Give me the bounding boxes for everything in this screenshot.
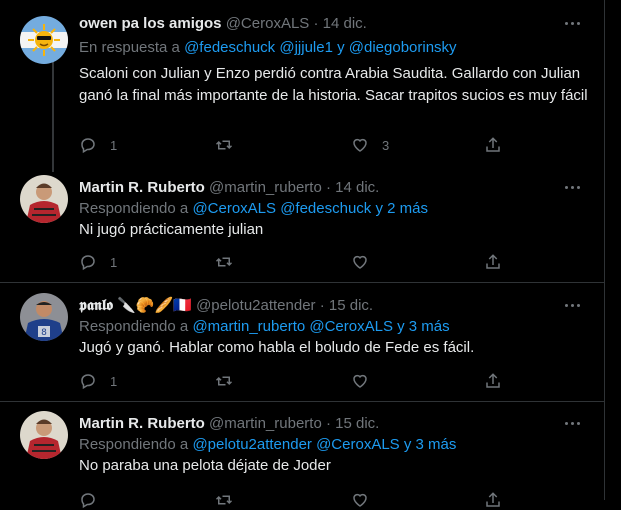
separator: · — [319, 297, 325, 314]
tweet-actions: 1 — [79, 371, 579, 391]
reply-prefix: En respuesta a — [79, 39, 180, 56]
avatar[interactable] — [20, 16, 68, 64]
author-name[interactable]: Martin R. Ruberto — [79, 415, 205, 432]
tweet-header: owen pa los amigos @CeroxALS · 14 dic. — [79, 14, 367, 34]
retweet-button[interactable] — [215, 371, 246, 391]
reply-icon — [81, 255, 95, 271]
like-icon — [353, 138, 367, 152]
reply-button[interactable] — [79, 490, 110, 510]
retweet-icon — [215, 376, 233, 386]
tweet-date[interactable]: 14 dic. — [323, 15, 367, 32]
reply-context: Respondiendo a @martin_ruberto @CeroxALS… — [79, 317, 450, 337]
more-icon[interactable] — [563, 418, 583, 430]
reply-prefix: Respondiendo a — [79, 318, 189, 335]
conversation-column: owen pa los amigos @CeroxALS · 14 dic. E… — [0, 0, 605, 509]
tweet-actions — [79, 490, 579, 510]
tweet-date[interactable]: 14 dic. — [335, 179, 379, 196]
reply-icon — [81, 374, 95, 390]
like-icon — [353, 493, 367, 507]
retweet-button[interactable] — [215, 490, 246, 510]
reply-icon — [81, 493, 95, 509]
retweet-icon — [215, 140, 233, 150]
reply-targets[interactable]: @pelotu2attender @CeroxALS y 3 más — [192, 436, 456, 453]
tweet-divider — [0, 282, 604, 283]
sun-flag-avatar — [20, 16, 68, 64]
more-icon[interactable] — [563, 182, 583, 194]
person-avatar — [20, 411, 68, 459]
tweet-date[interactable]: 15 dic. — [335, 415, 379, 432]
tweet-text: Scaloni con Julian y Enzo perdió contra … — [79, 65, 588, 104]
tweet-date[interactable]: 15 dic. — [329, 297, 373, 314]
like-button[interactable] — [351, 252, 382, 272]
reply-button[interactable]: 1 — [79, 252, 117, 272]
person-avatar — [20, 175, 68, 223]
share-button[interactable] — [484, 371, 502, 391]
tweet-actions: 1 3 — [79, 135, 579, 155]
share-button[interactable] — [484, 135, 502, 155]
like-icon — [353, 374, 367, 388]
reply-context: En respuesta a @fedeschuck @jjjule1 y @d… — [79, 38, 457, 58]
reply-count: 1 — [110, 137, 118, 153]
reply-context: Respondiendo a @pelotu2attender @CeroxAL… — [79, 435, 456, 455]
svg-text:8: 8 — [41, 328, 47, 338]
reply-targets[interactable]: @CeroxALS @fedeschuck y 2 más — [192, 200, 428, 217]
separator: · — [325, 415, 331, 432]
share-icon — [486, 373, 500, 388]
reply-targets[interactable]: @martin_ruberto @CeroxALS y 3 más — [192, 318, 449, 335]
tweet-actions: 1 — [79, 252, 579, 272]
author-handle[interactable]: @martin_ruberto — [209, 179, 322, 196]
tweet-text: Ni jugó prácticamente julian — [79, 221, 264, 238]
player-avatar: 8 — [20, 293, 68, 341]
reply-context: Respondiendo a @CeroxALS @fedeschuck y 2… — [79, 199, 428, 219]
separator: · — [313, 15, 319, 32]
tweet-divider — [0, 401, 604, 402]
separator: · — [325, 179, 331, 196]
reply-button[interactable]: 1 — [79, 371, 117, 391]
more-icon[interactable] — [563, 18, 583, 30]
retweet-icon — [215, 495, 233, 505]
reply-count: 1 — [110, 373, 118, 389]
reply-button[interactable]: 1 — [79, 135, 117, 155]
share-button[interactable] — [484, 252, 502, 272]
author-name[interactable]: Martin R. Ruberto — [79, 179, 205, 196]
author-emoji: 🔪🥐🥖🇫🇷 — [117, 297, 192, 314]
tweet-text: Jugó y ganó. Hablar como habla el boludo… — [79, 339, 475, 356]
reply-count: 1 — [110, 254, 118, 270]
author-name[interactable]: owen pa los amigos — [79, 15, 222, 32]
retweet-button[interactable] — [215, 135, 246, 155]
avatar[interactable] — [20, 175, 68, 223]
more-icon[interactable] — [563, 300, 583, 312]
share-icon — [486, 254, 500, 269]
share-icon — [486, 492, 500, 507]
author-handle[interactable]: @CeroxALS — [226, 15, 310, 32]
tweet-header: 𝖕𝖆𝖓𝖑𝖔 🔪🥐🥖🇫🇷 @pelotu2attender · 15 dic. — [79, 296, 373, 316]
like-button[interactable]: 3 — [351, 135, 389, 155]
author-handle[interactable]: @martin_ruberto — [209, 415, 322, 432]
like-button[interactable] — [351, 371, 382, 391]
share-icon — [486, 137, 500, 152]
like-count: 3 — [382, 137, 390, 153]
tweet-text: No paraba una pelota déjate de Joder — [79, 457, 331, 474]
like-icon — [353, 255, 367, 269]
avatar[interactable]: 8 — [20, 293, 68, 341]
reply-targets[interactable]: @fedeschuck @jjjule1 y @diegoborinsky — [184, 39, 456, 56]
reply-icon — [81, 138, 95, 154]
avatar[interactable] — [20, 411, 68, 459]
tweet-header: Martin R. Ruberto @martin_ruberto · 14 d… — [79, 178, 379, 198]
thread-connector-line — [52, 60, 54, 172]
reply-prefix: Respondiendo a — [79, 436, 189, 453]
tweet-header: Martin R. Ruberto @martin_ruberto · 15 d… — [79, 414, 379, 434]
author-handle[interactable]: @pelotu2attender — [196, 297, 315, 314]
like-button[interactable] — [351, 490, 382, 510]
retweet-button[interactable] — [215, 252, 246, 272]
retweet-icon — [215, 257, 233, 267]
share-button[interactable] — [484, 490, 502, 510]
reply-prefix: Respondiendo a — [79, 200, 189, 217]
author-name[interactable]: 𝖕𝖆𝖓𝖑𝖔 — [79, 297, 113, 314]
